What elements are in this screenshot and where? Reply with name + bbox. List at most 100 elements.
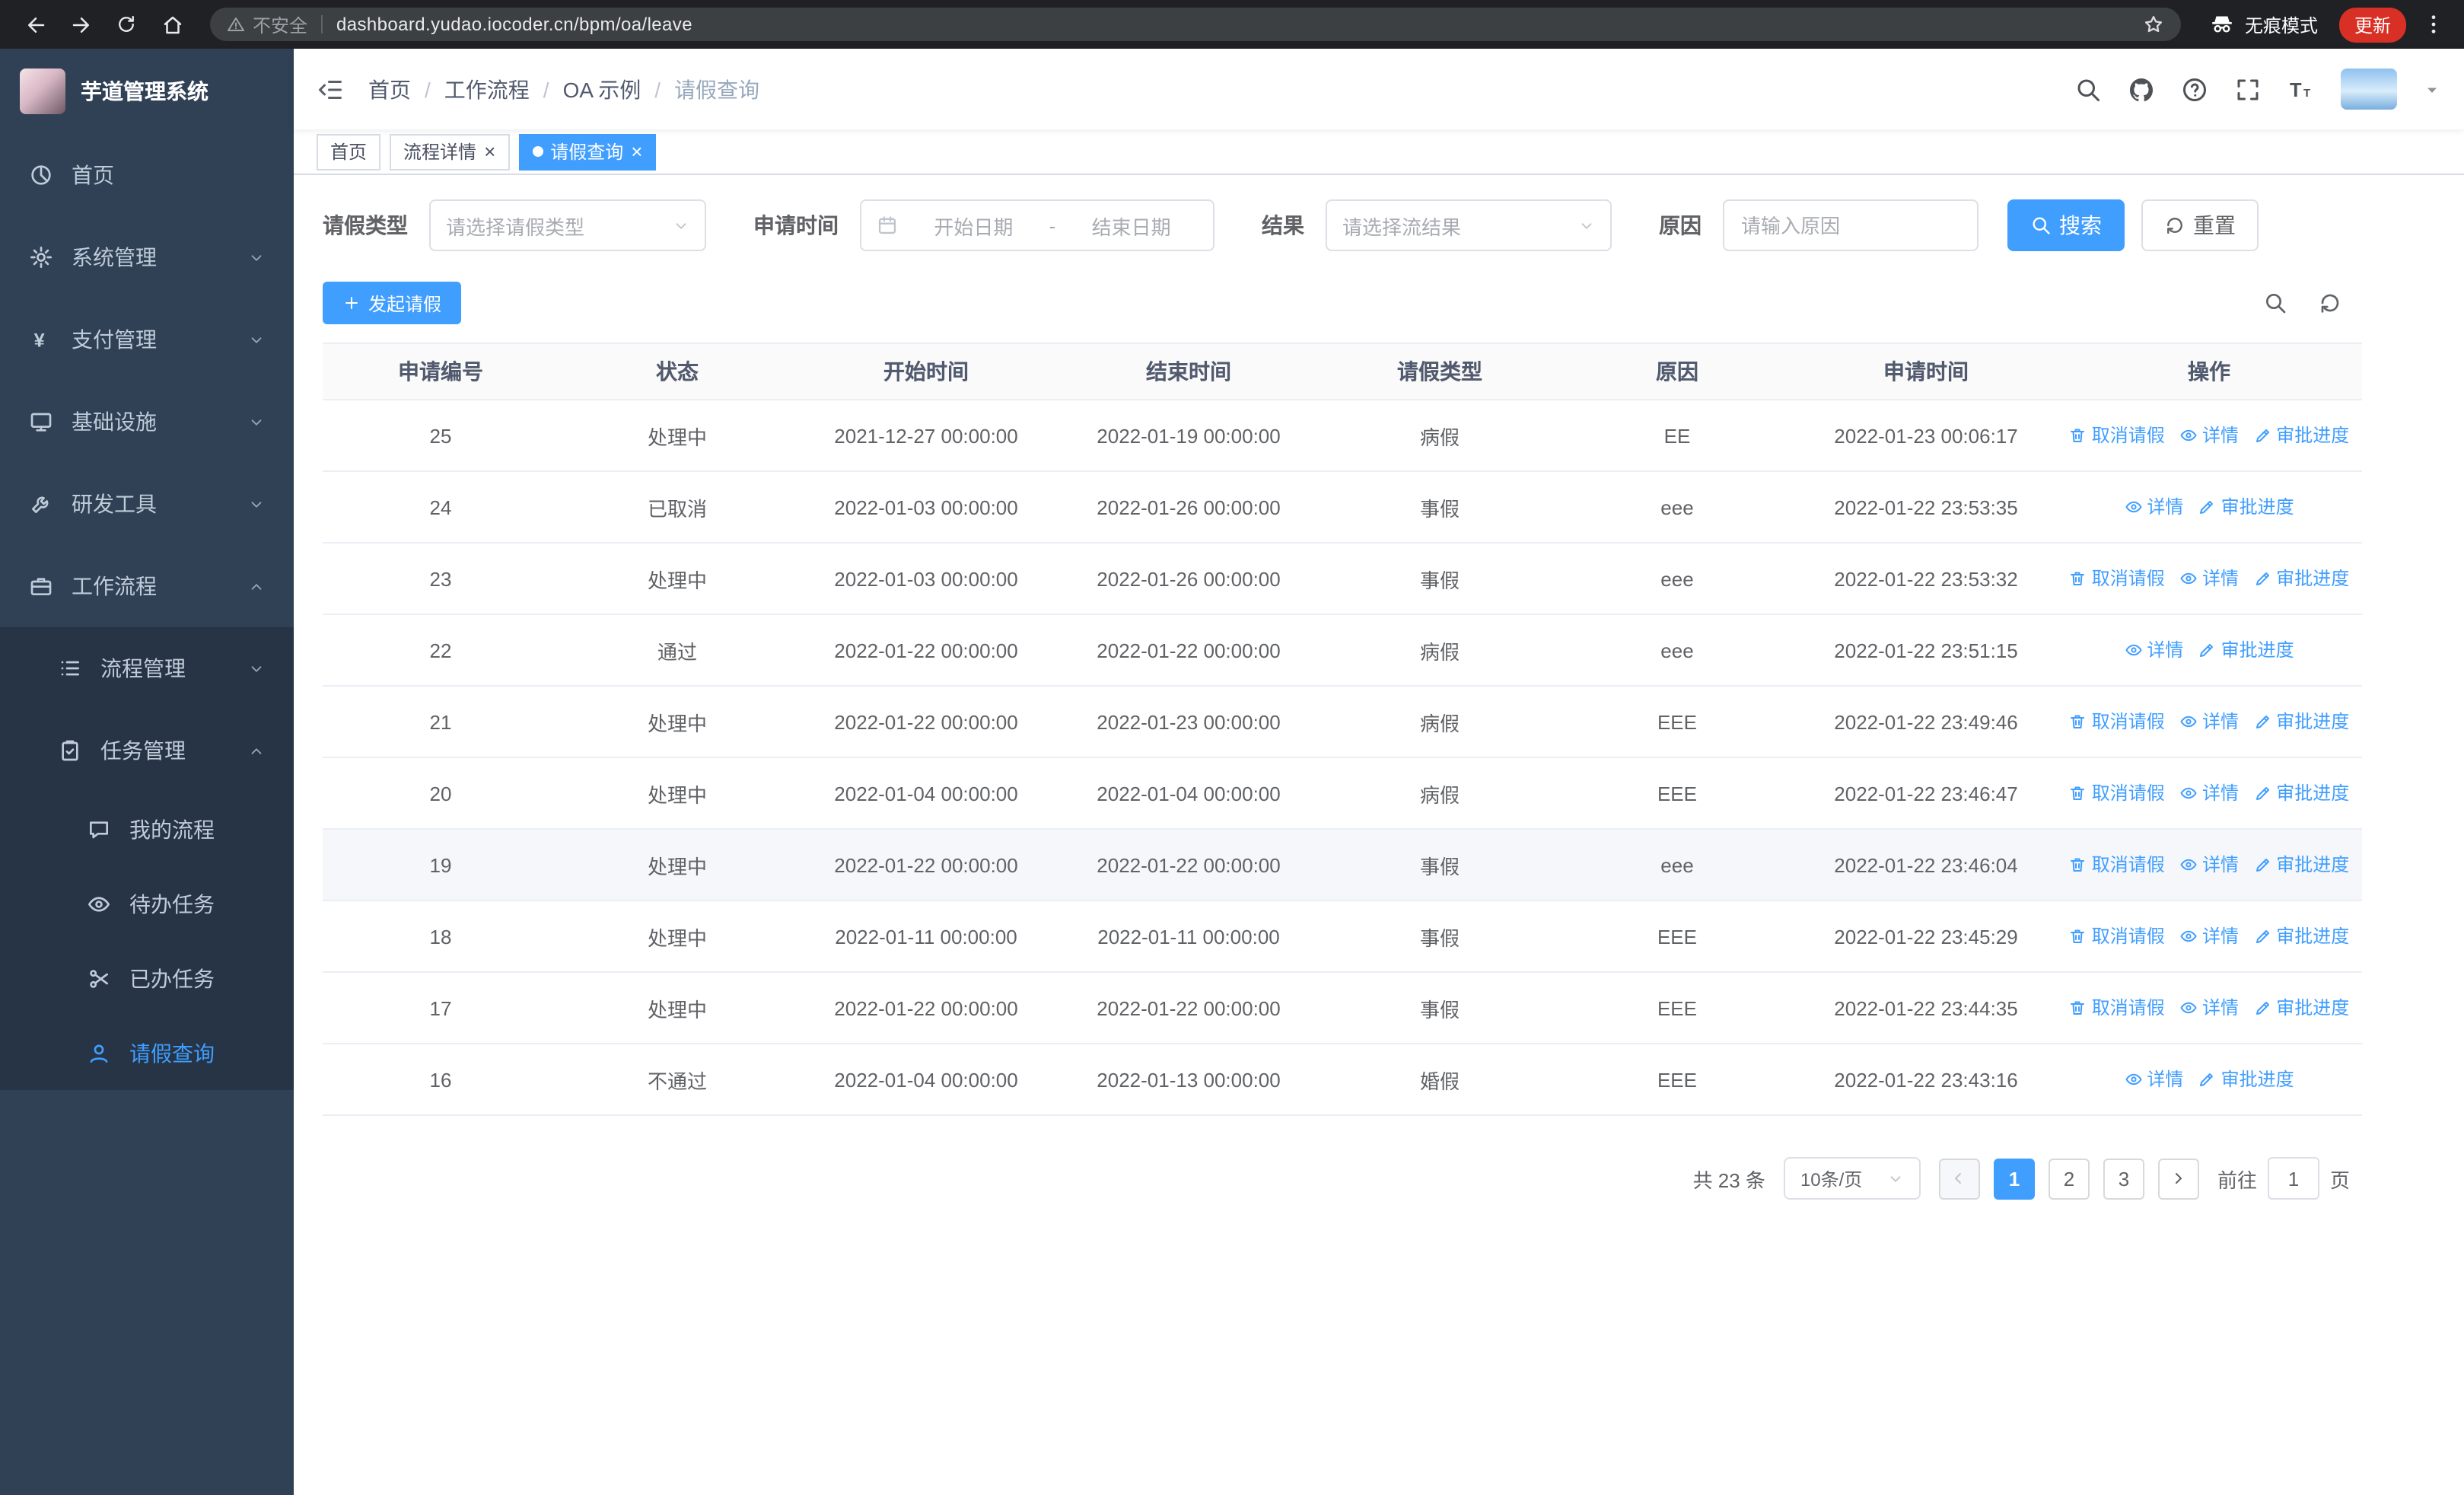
detail-link[interactable]: 详情: [2179, 709, 2239, 735]
reason-input[interactable]: [1723, 199, 1979, 251]
page-size-select[interactable]: 10条/页: [1783, 1157, 1921, 1200]
sidebar-item-dev-tools[interactable]: 研发工具: [0, 463, 294, 545]
cancel-leave-link[interactable]: 取消请假: [2069, 923, 2165, 949]
fullscreen-icon[interactable]: [2234, 75, 2262, 103]
security-warning[interactable]: 不安全: [227, 11, 307, 37]
tab-label: 请假查询: [550, 142, 624, 163]
sidebar-item-my-processes[interactable]: 我的流程: [0, 792, 294, 866]
chevron-right-icon: [2170, 1169, 2188, 1187]
detail-link[interactable]: 详情: [2179, 923, 2239, 949]
approval-progress-link[interactable]: 审批进度: [2198, 494, 2294, 520]
list-icon: [58, 656, 82, 681]
date-range-picker[interactable]: 开始日期 - 结束日期: [860, 199, 1214, 251]
detail-link[interactable]: 详情: [2179, 852, 2239, 878]
page-button-2[interactable]: 2: [2048, 1158, 2090, 1199]
sidebar-item-workflow[interactable]: 工作流程: [0, 545, 294, 627]
refresh-table-icon[interactable]: [2318, 291, 2342, 315]
cell-operations: 详情 审批进度: [2056, 614, 2362, 687]
table-row: 24 已取消 2022-01-03 00:00:00 2022-01-26 00…: [323, 471, 2362, 543]
url-text: dashboard.yudao.iocoder.cn/bpm/oa/leave: [336, 14, 692, 35]
cell-status: 处理中: [559, 829, 796, 901]
goto-page-input[interactable]: [2267, 1157, 2319, 1200]
approval-progress-link[interactable]: 审批进度: [2253, 422, 2349, 448]
toggle-search-icon[interactable]: [2263, 291, 2287, 315]
cell-reason: EEE: [1558, 757, 1796, 830]
cell-apply-time: 2022-01-22 23:43:16: [1796, 1044, 2056, 1116]
user-icon: [87, 1041, 111, 1065]
cancel-leave-link[interactable]: 取消请假: [2069, 780, 2165, 806]
sidebar-item-system-management[interactable]: 系统管理: [0, 216, 294, 298]
sidebar-item-todo-tasks[interactable]: 待办任务: [0, 866, 294, 941]
detail-link[interactable]: 详情: [2179, 422, 2239, 448]
search-button[interactable]: 搜索: [2007, 199, 2125, 251]
breadcrumb-item[interactable]: 工作流程: [444, 74, 530, 104]
close-tab-icon[interactable]: ×: [484, 142, 495, 161]
sidebar-item-task-management[interactable]: 任务管理: [0, 709, 294, 792]
result-select[interactable]: 请选择流结果: [1326, 199, 1612, 251]
detail-link[interactable]: 详情: [2179, 995, 2239, 1021]
help-icon[interactable]: [2181, 75, 2208, 103]
detail-link[interactable]: 详情: [2124, 1066, 2183, 1092]
cancel-leave-link[interactable]: 取消请假: [2069, 995, 2165, 1021]
chevron-down-icon: [248, 660, 265, 677]
tab-process-detail[interactable]: 流程详情 ×: [390, 133, 510, 170]
browser-update-button[interactable]: 更新: [2338, 7, 2406, 42]
header-search-icon[interactable]: [2074, 75, 2102, 103]
approval-progress-link[interactable]: 审批进度: [2253, 566, 2349, 591]
tab-leave-query[interactable]: 请假查询 ×: [518, 133, 657, 170]
reload-icon[interactable]: [107, 5, 146, 44]
sidebar-item-leave-query[interactable]: 请假查询: [0, 1015, 294, 1090]
detail-link[interactable]: 详情: [2179, 566, 2239, 591]
cell-status: 处理中: [559, 686, 796, 758]
tab-home[interactable]: 首页: [317, 133, 381, 170]
col-operations: 操作: [2056, 343, 2362, 400]
forward-icon[interactable]: [61, 5, 100, 44]
close-tab-icon[interactable]: ×: [631, 142, 642, 161]
approval-progress-link[interactable]: 审批进度: [2253, 709, 2349, 735]
bookmark-star-icon[interactable]: [2143, 14, 2164, 35]
sidebar-item-process-management[interactable]: 流程管理: [0, 627, 294, 709]
user-menu-caret-icon[interactable]: [2423, 80, 2441, 98]
cancel-leave-link[interactable]: 取消请假: [2069, 422, 2165, 448]
breadcrumb-item[interactable]: 首页: [368, 74, 411, 104]
chevron-up-icon: [248, 742, 265, 759]
next-page-button[interactable]: [2157, 1158, 2199, 1199]
breadcrumb-item[interactable]: OA 示例: [563, 74, 641, 104]
approval-progress-link[interactable]: 审批进度: [2198, 637, 2294, 663]
approval-progress-link[interactable]: 审批进度: [2198, 1066, 2294, 1092]
cell-apply-id: 25: [323, 400, 559, 472]
browser-menu-icon[interactable]: [2418, 12, 2449, 37]
sidebar-item-home[interactable]: 首页: [0, 134, 294, 216]
address-bar[interactable]: 不安全 dashboard.yudao.iocoder.cn/bpm/oa/le…: [210, 8, 2181, 41]
approval-progress-link[interactable]: 审批进度: [2253, 923, 2349, 949]
page-button-1[interactable]: 1: [1993, 1158, 2035, 1199]
home-icon[interactable]: [152, 5, 192, 44]
create-leave-button[interactable]: 发起请假: [323, 282, 462, 324]
user-avatar[interactable]: [2341, 69, 2397, 110]
approval-progress-link[interactable]: 审批进度: [2253, 995, 2349, 1021]
github-icon[interactable]: [2128, 75, 2155, 103]
sidebar-item-done-tasks[interactable]: 已办任务: [0, 941, 294, 1015]
reset-button[interactable]: 重置: [2141, 199, 2259, 251]
approval-progress-link[interactable]: 审批进度: [2253, 780, 2349, 806]
sidebar-toggle-icon[interactable]: [317, 75, 344, 103]
detail-link[interactable]: 详情: [2179, 780, 2239, 806]
cancel-leave-link[interactable]: 取消请假: [2069, 852, 2165, 878]
sidebar-item-payment-management[interactable]: 支付管理: [0, 298, 294, 381]
incognito-icon: [2208, 11, 2236, 38]
cell-status: 通过: [559, 614, 796, 687]
cell-end-time: 2022-01-23 00:00:00: [1056, 686, 1321, 758]
detail-link[interactable]: 详情: [2124, 494, 2183, 520]
cancel-leave-link[interactable]: 取消请假: [2069, 709, 2165, 735]
approval-progress-link[interactable]: 审批进度: [2253, 852, 2349, 878]
cancel-leave-link[interactable]: 取消请假: [2069, 566, 2165, 591]
page-button-3[interactable]: 3: [2103, 1158, 2144, 1199]
result-placeholder: 请选择流结果: [1342, 215, 1462, 238]
leave-type-select[interactable]: 请选择请假类型: [429, 199, 706, 251]
cell-apply-id: 23: [323, 543, 559, 615]
font-size-icon[interactable]: [2287, 75, 2315, 103]
back-icon[interactable]: [15, 5, 55, 44]
sidebar-item-infrastructure[interactable]: 基础设施: [0, 381, 294, 463]
prev-page-button[interactable]: [1938, 1158, 1980, 1199]
detail-link[interactable]: 详情: [2124, 637, 2183, 663]
